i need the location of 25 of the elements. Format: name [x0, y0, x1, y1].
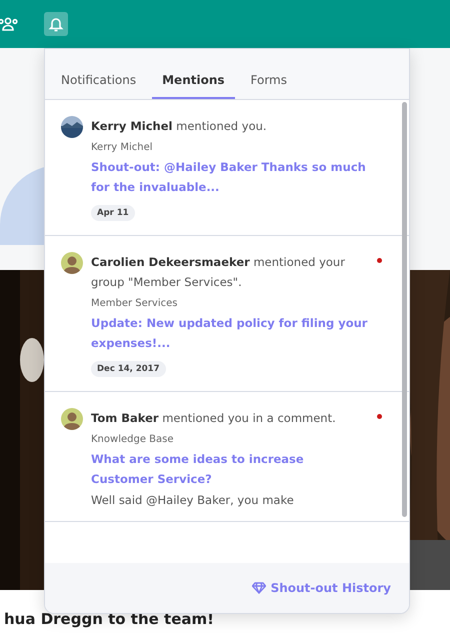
people-icon[interactable] [0, 17, 18, 31]
bell-icon [48, 16, 64, 32]
mention-text: Kerry Michel mentioned you. [91, 118, 267, 135]
comment-excerpt: Well said @Hailey Baker, you make [91, 493, 294, 507]
mention-text: Tom Baker mentioned you in a comment. [91, 410, 336, 427]
post-link[interactable]: Update: New updated policy for filing your expenses!... [91, 313, 369, 353]
notifications-button[interactable] [44, 12, 68, 36]
page-heading: hua Dreggn to the team! [3, 609, 215, 628]
avatar [61, 408, 83, 430]
post-link[interactable]: What are some ideas to increase Customer Service? [91, 449, 369, 489]
mention-text: Carolien Dekeersmaeker mentioned your group "Member Services". [91, 254, 346, 291]
avatar [61, 116, 83, 138]
avatar [61, 252, 83, 274]
source-label: Member Services [91, 298, 178, 309]
post-link[interactable]: Shout-out: @Hailey Baker Thanks so much for the invaluable... [91, 157, 369, 197]
source-label: Knowledge Base [91, 434, 174, 445]
tab[interactable]: Notifications [51, 63, 146, 99]
scrollbar[interactable] [402, 102, 407, 517]
tab[interactable]: Forms [240, 63, 297, 99]
tab[interactable]: Mentions [152, 63, 235, 99]
source-label: Kerry Michel [91, 142, 153, 153]
diamond-icon [252, 582, 266, 594]
shout-out-history-link[interactable]: Shout-out History [252, 581, 391, 595]
date-badge: Apr 11 [91, 205, 135, 221]
date-badge: Dec 14, 2017 [91, 361, 166, 377]
